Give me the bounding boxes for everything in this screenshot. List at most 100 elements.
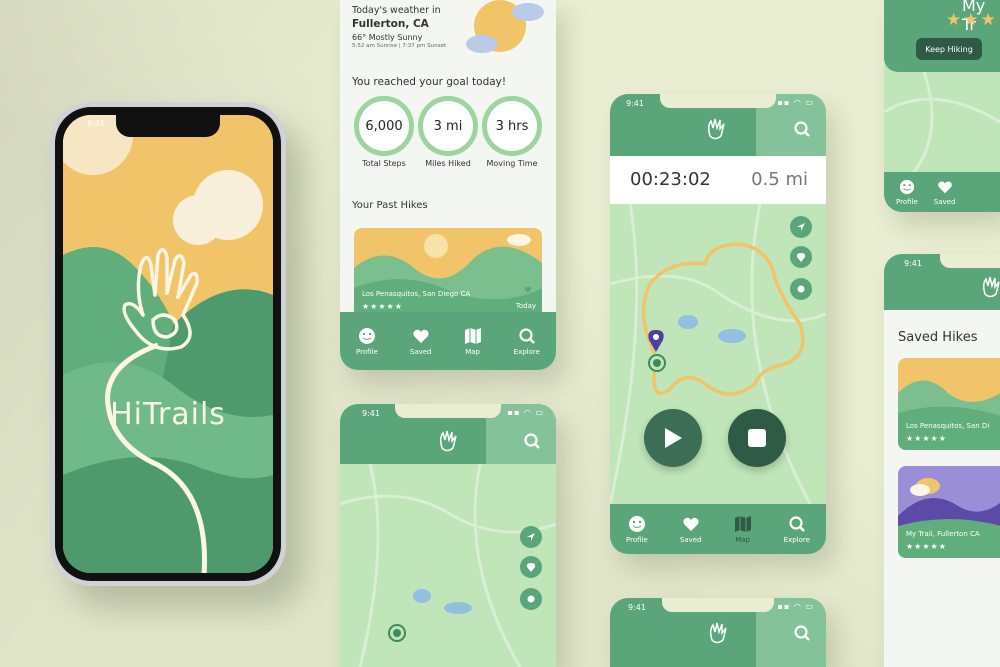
map-icon: [734, 515, 751, 532]
notch: [662, 598, 774, 612]
camera-icon: [527, 595, 535, 603]
tab-explore[interactable]: Explore: [784, 515, 810, 544]
tab-label: Profile: [626, 535, 648, 544]
keep-hiking-button[interactable]: Keep Hiking: [916, 38, 982, 60]
miles-value: 3 mi: [433, 118, 463, 134]
tab-explore[interactable]: Explore: [514, 327, 540, 356]
heart-icon: [683, 517, 699, 531]
status-time: 9:41: [904, 259, 922, 268]
tracking-screen: 9:41 ▪▪ ◠ ▭ 00:23:02 0.5 mi Profile Save…: [610, 94, 826, 554]
tab-label: Profile: [896, 197, 918, 206]
app-header: 9:41 ▪▪ ◠ ▭: [610, 598, 826, 667]
tab-saved[interactable]: Saved: [410, 327, 432, 356]
tab-map[interactable]: Map: [464, 327, 482, 356]
pin-icon: [796, 253, 806, 262]
tab-bar: Profile Saved Map Explore: [610, 504, 826, 554]
past-hike-card[interactable]: Los Penasquitos, San Diego CA ★★★★★ Toda…: [354, 228, 542, 318]
heart-icon[interactable]: ♥: [524, 286, 532, 296]
map-view[interactable]: [340, 463, 556, 667]
stop-button[interactable]: [728, 409, 786, 467]
time-label: Moving Time: [486, 159, 538, 168]
tab-saved[interactable]: Saved: [933, 179, 956, 206]
search-icon[interactable]: [793, 120, 811, 138]
past-hike-name: Los Penasquitos, San Diego CA: [362, 290, 471, 298]
status-icons: ▪▪ ◠ ▭: [777, 602, 814, 611]
partial-screen: 9:41 ▪▪ ◠ ▭: [610, 598, 826, 667]
tab-label: Saved: [679, 535, 702, 544]
tab-label: Profile: [356, 347, 378, 356]
phone-bezel: 9:41 HiTrails: [55, 107, 281, 581]
notch: [660, 94, 776, 108]
camera-icon: [797, 285, 805, 293]
sun-cloud-icon: [466, 0, 544, 53]
review-panel: My Tr ★★★ Keep Hiking: [884, 0, 1000, 72]
location-button[interactable]: [790, 246, 812, 268]
hand-logo-icon: [982, 276, 1000, 298]
saved-hike-rating: ★★★★★: [906, 542, 947, 551]
tab-label: Explore: [783, 535, 810, 544]
map-screen: 9:41 ▪▪ ◠ ▭: [340, 404, 556, 667]
saved-hike-name: Los Penasquitos, San Di: [906, 422, 990, 430]
heart-icon: [937, 180, 952, 193]
hand-logo-icon: [709, 622, 727, 644]
past-hike-date: Today: [515, 302, 536, 310]
tab-map[interactable]: Map: [734, 515, 752, 544]
search-icon: [519, 327, 535, 344]
search-icon[interactable]: [523, 432, 541, 450]
goal-heading: You reached your goal today!: [352, 76, 507, 88]
tab-bar: Profile Saved: [884, 172, 1000, 212]
camera-button[interactable]: [790, 278, 812, 300]
steps-ring: 6,000: [354, 96, 414, 156]
camera-button[interactable]: [520, 588, 542, 610]
current-location-marker: [650, 356, 664, 370]
phone-mockup: 9:41 HiTrails: [50, 102, 286, 586]
phone-notch: [116, 115, 220, 137]
saved-hike-card[interactable]: My Trail, Fullerton CA ★★★★★: [898, 466, 1000, 558]
saved-hike-rating: ★★★★★: [906, 434, 947, 443]
tab-bar: Profile Saved Map Explore: [340, 312, 556, 370]
saved-hike-card[interactable]: Los Penasquitos, San Di ★★★★★: [898, 358, 1000, 450]
tab-label: Explore: [513, 347, 540, 356]
trail-rating: ★★★: [946, 10, 998, 30]
hand-logo-icon: [439, 430, 457, 452]
tab-label: Map: [465, 347, 480, 356]
tab-profile[interactable]: Profile: [356, 327, 378, 356]
tab-profile[interactable]: Profile: [626, 515, 648, 544]
app-logo-text: HiTrails: [110, 397, 226, 432]
search-icon: [789, 515, 805, 532]
tracking-stats-bar: 00:23:02 0.5 mi: [610, 156, 826, 204]
play-icon: [665, 428, 682, 448]
search-icon[interactable]: [793, 624, 811, 642]
navigate-button[interactable]: [790, 216, 812, 238]
arrow-icon: [527, 533, 535, 541]
elapsed-timer: 00:23:02: [630, 169, 711, 190]
tab-label: Saved: [933, 197, 956, 206]
splash-screen: 9:41 HiTrails: [63, 115, 273, 573]
weather-location: Fullerton, CA: [352, 18, 429, 30]
time-value: 3 hrs: [495, 118, 529, 134]
app-header: 9:41 ▪▪ ◠ ▭: [610, 94, 826, 156]
miles-ring: 3 mi: [418, 96, 478, 156]
start-pin-icon: [648, 330, 664, 352]
navigate-button[interactable]: [520, 526, 542, 548]
tab-label: Saved: [409, 347, 432, 356]
smiley-icon: [628, 515, 645, 532]
play-button[interactable]: [644, 409, 702, 467]
review-screen: My Tr ★★★ Keep Hiking Profile Saved: [884, 0, 1000, 212]
pin-icon: [526, 563, 536, 572]
smiley-icon: [358, 327, 375, 344]
tab-saved[interactable]: Saved: [680, 515, 702, 544]
tab-profile[interactable]: Profile: [896, 179, 918, 206]
arrow-icon: [797, 223, 805, 231]
weather-heading: Today's weather in: [352, 5, 441, 16]
location-button[interactable]: [520, 556, 542, 578]
distance-readout: 0.5 mi: [751, 169, 808, 190]
saved-hike-name: My Trail, Fullerton CA: [906, 530, 980, 538]
saved-hikes-heading: Saved Hikes: [898, 330, 978, 345]
time-ring: 3 hrs: [482, 96, 542, 156]
weather-condition: 66° Mostly Sunny: [352, 33, 423, 42]
map-icon: [464, 327, 481, 344]
steps-value: 6,000: [365, 118, 403, 134]
map-view[interactable]: [610, 203, 826, 505]
status-time: 9:41: [626, 99, 644, 108]
